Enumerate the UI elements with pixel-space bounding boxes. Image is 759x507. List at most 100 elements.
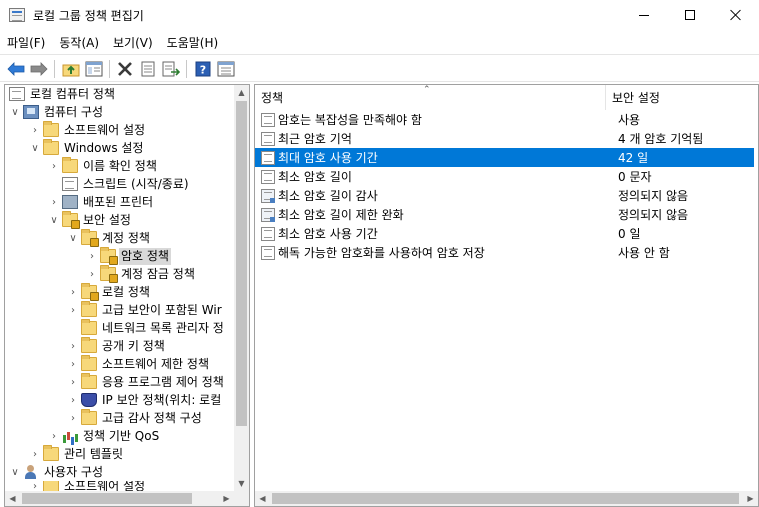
- tree-item[interactable]: › 로컬 정책: [67, 283, 152, 301]
- policy-item-icon: [261, 226, 275, 241]
- delete-icon: [118, 62, 132, 76]
- chevron-right-icon[interactable]: ›: [29, 121, 41, 139]
- tree-item[interactable]: › 고급 감사 정책 구성: [67, 409, 204, 427]
- chevron-down-icon[interactable]: ∨: [29, 139, 41, 157]
- export-list-button[interactable]: [161, 59, 181, 79]
- tree-item[interactable]: › 관리 템플릿: [29, 445, 125, 463]
- tree-horizontal-scrollbar[interactable]: ◀ ▶: [5, 491, 234, 506]
- tree-item[interactable]: ∨ Windows 설정: [29, 139, 145, 157]
- chevron-right-icon[interactable]: ›: [48, 427, 60, 445]
- tree-vertical-scrollbar[interactable]: ▲ ▼: [234, 85, 249, 491]
- list-item[interactable]: 최소 암호 길이 제한 완화 정의되지 않음: [255, 205, 754, 224]
- scroll-right-icon[interactable]: ▶: [219, 491, 234, 506]
- folder-icon: [43, 445, 59, 461]
- forward-button[interactable]: [29, 59, 49, 79]
- tree-item-label: 소프트웨어 제한 정책: [102, 356, 209, 371]
- list-item[interactable]: 최근 암호 기억 4 개 암호 기억됨: [255, 129, 754, 148]
- chevron-right-icon[interactable]: ›: [67, 355, 79, 373]
- list-item[interactable]: 최소 암호 사용 기간 0 일: [255, 224, 754, 243]
- tree-item[interactable]: 네트워크 목록 관리자 정: [67, 319, 226, 337]
- menu-help[interactable]: 도움말(H): [160, 31, 226, 51]
- console-tree[interactable]: 로컬 컴퓨터 정책 ∨ 컴퓨터 구성 › 소프트웨어 설정 ∨ Windows …: [4, 84, 250, 507]
- scroll-down-icon[interactable]: ▼: [234, 476, 249, 491]
- list-item[interactable]: 암호는 복잡성을 만족해야 함 사용: [255, 110, 754, 129]
- chevron-right-icon[interactable]: ›: [48, 193, 60, 211]
- chevron-right-icon[interactable]: ›: [86, 265, 98, 283]
- up-one-level-button[interactable]: [61, 59, 81, 79]
- scroll-left-icon[interactable]: ◀: [5, 491, 20, 506]
- chevron-right-icon[interactable]: ›: [29, 481, 41, 491]
- chevron-right-icon[interactable]: ›: [67, 301, 79, 319]
- scrollbar-thumb[interactable]: [22, 493, 192, 504]
- tree-item[interactable]: 스크립트 (시작/종료): [48, 175, 191, 193]
- toolbar-separator: [54, 60, 55, 78]
- printer-icon: [62, 195, 78, 209]
- user-icon: [23, 465, 39, 479]
- tree-item-label: 정책 기반 QoS: [83, 428, 160, 443]
- tree-item[interactable]: ∨ 보안 설정: [48, 211, 133, 229]
- chevron-right-icon[interactable]: ›: [67, 283, 79, 301]
- list-item-selected[interactable]: 최대 암호 사용 기간 42 일: [255, 148, 754, 167]
- tree-item-label: Windows 설정: [64, 140, 144, 155]
- menu-file[interactable]: 파일(F): [0, 31, 52, 51]
- tree-item-label: 로컬 컴퓨터 정책: [30, 86, 115, 101]
- chevron-right-icon[interactable]: ›: [67, 373, 79, 391]
- chevron-down-icon[interactable]: ∨: [9, 463, 21, 481]
- show-hide-tree-button[interactable]: [84, 59, 104, 79]
- chevron-right-icon[interactable]: ›: [67, 337, 79, 355]
- list-item[interactable]: 해독 가능한 암호화를 사용하여 암호 저장 사용 안 함: [255, 243, 754, 262]
- tree-item-label: 고급 감사 정책 구성: [102, 410, 202, 425]
- menu-action[interactable]: 동작(A): [52, 31, 106, 51]
- scroll-up-icon[interactable]: ▲: [234, 85, 249, 100]
- back-button[interactable]: [6, 59, 26, 79]
- tree-item[interactable]: › 이름 확인 정책: [48, 157, 159, 175]
- chevron-right-icon[interactable]: ›: [67, 409, 79, 427]
- chevron-down-icon[interactable]: ∨: [48, 211, 60, 229]
- help-button[interactable]: ?: [193, 59, 213, 79]
- list-horizontal-scrollbar[interactable]: ◀ ▶: [255, 491, 758, 506]
- tree-item[interactable]: › 계정 잠금 정책: [86, 265, 197, 283]
- scrollbar-thumb[interactable]: [272, 493, 739, 504]
- chevron-right-icon[interactable]: ›: [67, 391, 79, 409]
- minimize-button[interactable]: [621, 0, 667, 30]
- column-header-security-setting[interactable]: 보안 설정: [606, 85, 754, 110]
- tree-item[interactable]: › 응용 프로그램 제어 정책: [67, 373, 226, 391]
- tree-item[interactable]: › 소프트웨어 제한 정책: [67, 355, 211, 373]
- tree-item-label: 사용자 구성: [44, 464, 104, 479]
- forward-arrow-icon: [30, 62, 48, 76]
- sort-ascending-icon: ⌃: [423, 85, 431, 95]
- chevron-down-icon[interactable]: ∨: [9, 103, 21, 121]
- menu-view[interactable]: 보기(V): [106, 31, 160, 51]
- chevron-right-icon[interactable]: ›: [86, 247, 98, 265]
- chevron-right-icon[interactable]: ›: [29, 445, 41, 463]
- tree-item[interactable]: › IP 보안 정책(위치: 로컬: [67, 391, 223, 409]
- scroll-right-icon[interactable]: ▶: [743, 491, 758, 506]
- list-item[interactable]: 최소 암호 길이 0 문자: [255, 167, 754, 186]
- view-button[interactable]: [216, 59, 236, 79]
- tree-item[interactable]: ∨ 컴퓨터 구성: [9, 103, 105, 121]
- maximize-button[interactable]: [667, 0, 713, 30]
- tree-item[interactable]: › 소프트웨어 설정: [29, 121, 147, 139]
- policy-list-view[interactable]: 정책 ⌃ 보안 설정 암호는 복잡성을 만족해야 함 사용 최근 암호 기억 4…: [254, 84, 759, 507]
- scrollbar-thumb[interactable]: [236, 101, 247, 426]
- tree-item-label: 로컬 정책: [102, 284, 150, 299]
- folder-icon: [81, 373, 97, 389]
- list-item[interactable]: 최소 암호 길이 감사 정의되지 않음: [255, 186, 754, 205]
- show-hide-tree-icon: [85, 61, 103, 77]
- delete-button[interactable]: [115, 59, 135, 79]
- scroll-left-icon[interactable]: ◀: [255, 491, 270, 506]
- tree-item[interactable]: › 소프트웨어 설정: [29, 481, 147, 491]
- close-button[interactable]: [713, 0, 759, 30]
- tree-item[interactable]: › 고급 보안이 포함된 Wir: [67, 301, 224, 319]
- chevron-right-icon[interactable]: ›: [48, 157, 60, 175]
- tree-item[interactable]: ∨ 사용자 구성: [9, 463, 105, 481]
- properties-button[interactable]: [138, 59, 158, 79]
- tree-item[interactable]: › 배포된 프린터: [48, 193, 155, 211]
- tree-item[interactable]: 로컬 컴퓨터 정책: [7, 85, 117, 103]
- tree-item[interactable]: ∨ 계정 정책: [67, 229, 152, 247]
- locked-folder-icon: [81, 229, 99, 247]
- tree-item[interactable]: › 정책 기반 QoS: [48, 427, 161, 445]
- tree-item-password-policy[interactable]: › 암호 정책: [86, 247, 171, 265]
- tree-item[interactable]: › 공개 키 정책: [67, 337, 167, 355]
- chevron-down-icon[interactable]: ∨: [67, 229, 79, 247]
